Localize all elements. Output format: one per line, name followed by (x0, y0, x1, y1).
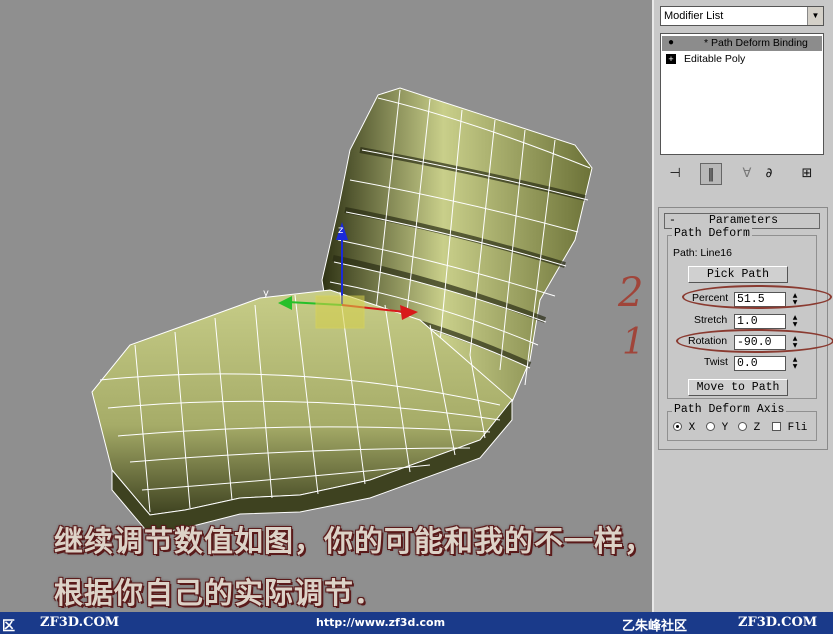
lightbulb-icon[interactable]: ● (666, 38, 676, 48)
modifier-list-dropdown[interactable]: Modifier List ▼ (660, 6, 824, 26)
stack-item-label: * Path Deform Binding (704, 37, 808, 49)
stack-item-path-deform-binding[interactable]: ● * Path Deform Binding (662, 36, 822, 51)
axis-x-radio[interactable]: X (673, 422, 695, 434)
stack-item-label: Editable Poly (684, 53, 746, 65)
caption-line-1: 继续调节数值如图，你的可能和我的不一样，可 (54, 524, 652, 558)
annotation-ellipse-rotation (676, 329, 833, 353)
axis-y-radio[interactable]: Y (706, 422, 728, 434)
caption-line-2: 根据你自己的实际调节． (54, 576, 385, 610)
radio-icon (706, 422, 715, 431)
watermark-footer: 区 ZF3D.COM http://www.zf3d.com 乙朱峰社区 ZF3… (0, 612, 833, 634)
move-to-path-button[interactable]: Move to Path (688, 379, 788, 396)
path-label: Path: Line16 (673, 247, 732, 259)
show-end-result-icon[interactable]: ‖ (700, 163, 722, 185)
path-deform-axis-group: Path Deform Axis X Y Z Fli (667, 403, 817, 441)
checkbox-icon (772, 422, 781, 431)
rollout-title: Parameters (709, 214, 779, 227)
footer-fragment: 区 (2, 619, 16, 634)
radio-selected-icon (673, 422, 682, 431)
gizmo-y-label: y (263, 288, 269, 299)
annotation-ellipse-percent (682, 285, 832, 309)
stretch-label: Stretch (694, 314, 728, 326)
stretch-field[interactable]: 1.0 (734, 314, 786, 329)
perspective-viewport[interactable]: z y 继续调节数值如图，你的可能和我的不一样，可 根据你自己的实际调节． (0, 0, 652, 612)
axis-z-label: Z (753, 422, 761, 434)
chevron-down-icon[interactable]: ▼ (807, 7, 823, 25)
twist-spinner[interactable]: ▲ ▼ (790, 356, 800, 371)
stack-item-editable-poly[interactable]: + Editable Poly (662, 52, 822, 67)
command-panel-modify: Modifier List ▼ ● * Path Deform Binding … (652, 0, 833, 612)
collapse-icon: - (669, 214, 676, 227)
gizmo-z-label: z (338, 225, 343, 236)
group-title: Path Deform (672, 227, 752, 240)
configure-modifier-sets-icon[interactable]: ⊞ (796, 163, 818, 185)
stack-toolbar: ⊣ ‖ ∀ ∂ ⊞ (660, 163, 825, 185)
plus-icon[interactable]: + (666, 54, 676, 64)
stretch-spinner[interactable]: ▲ ▼ (790, 314, 800, 329)
flip-checkbox[interactable]: Fli (772, 422, 807, 434)
axis-y-label: Y (721, 422, 729, 434)
radio-icon (738, 422, 747, 431)
modifier-stack[interactable]: ● * Path Deform Binding + Editable Poly (660, 33, 824, 155)
footer-site-left: ZF3D.COM (40, 615, 120, 630)
axis-x-label: X (688, 422, 696, 434)
footer-community: 乙朱峰社区 (622, 619, 688, 634)
remove-modifier-icon[interactable]: ∂ (758, 163, 780, 185)
footer-site-right: ZF3D.COM (738, 615, 818, 630)
annotation-number-1: 1 (622, 322, 645, 363)
group-title: Path Deform Axis (672, 403, 787, 416)
annotation-number-2: 2 (618, 270, 644, 316)
twist-label: Twist (704, 356, 728, 368)
pick-path-button[interactable]: Pick Path (688, 266, 788, 283)
twist-field[interactable]: 0.0 (734, 356, 786, 371)
path-deform-group: Path Deform Path: Line16 Pick Path Perce… (667, 227, 817, 399)
pin-stack-icon[interactable]: ⊣ (664, 163, 686, 185)
make-unique-icon[interactable]: ∀ (736, 163, 758, 185)
flip-label: Fli (787, 422, 808, 434)
axis-z-radio[interactable]: Z (738, 422, 760, 434)
modifier-list-label: Modifier List (664, 10, 724, 22)
footer-url: http://www.zf3d.com (316, 616, 446, 629)
